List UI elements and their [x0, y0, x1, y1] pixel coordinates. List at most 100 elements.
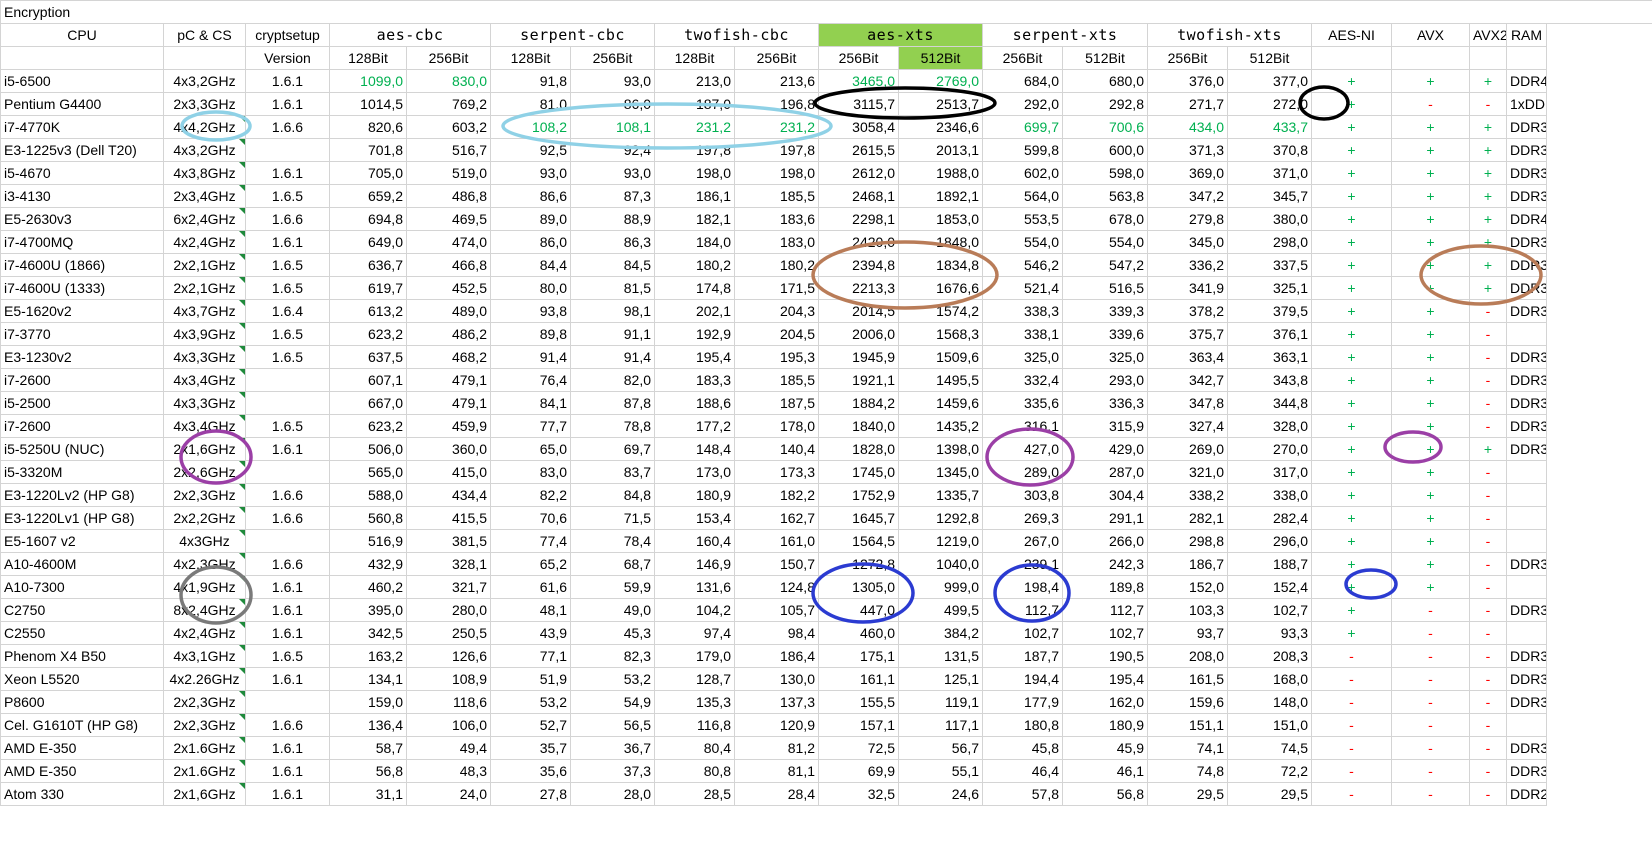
- cell-value[interactable]: 371,3: [1147, 138, 1228, 162]
- cell-value[interactable]: 77,4: [490, 529, 571, 553]
- cell-value[interactable]: 82,3: [570, 644, 655, 668]
- cell-value[interactable]: 81,5: [570, 276, 655, 300]
- cell-value[interactable]: 177,2: [654, 414, 735, 438]
- cell-value[interactable]: 102,7: [982, 621, 1063, 645]
- cell-value[interactable]: 35,6: [490, 759, 571, 783]
- cell-value[interactable]: 102,7: [1227, 598, 1312, 622]
- cell-avx2[interactable]: +: [1469, 184, 1507, 208]
- cell-ram[interactable]: DDR3-1333: [1506, 414, 1547, 438]
- cell-aesni[interactable]: +: [1311, 552, 1392, 576]
- cell-aesni[interactable]: +: [1311, 138, 1392, 162]
- cell-value[interactable]: 459,9: [406, 414, 491, 438]
- cell-value[interactable]: 161,1: [818, 667, 899, 691]
- cell-aesni[interactable]: +: [1311, 230, 1392, 254]
- cell-aesni[interactable]: +: [1311, 322, 1392, 346]
- cell-cpu[interactable]: E5-1620v2: [0, 299, 164, 323]
- cell-value[interactable]: 466,8: [406, 253, 491, 277]
- cell-value[interactable]: 554,0: [982, 230, 1063, 254]
- cell-value[interactable]: 1435,2: [898, 414, 983, 438]
- cell-pc-cs[interactable]: 4x3,1GHz: [163, 644, 246, 668]
- cell-version[interactable]: 1.6.1: [245, 667, 330, 691]
- cell-value[interactable]: 112,7: [982, 598, 1063, 622]
- cell-value[interactable]: 564,0: [982, 184, 1063, 208]
- header-sub-256bit[interactable]: 256Bit: [818, 46, 899, 70]
- header-sub-128bit[interactable]: 128Bit: [329, 46, 407, 70]
- cell-value[interactable]: 180,8: [982, 713, 1063, 737]
- cell-value[interactable]: 588,0: [329, 483, 407, 507]
- cell-value[interactable]: 1921,1: [818, 368, 899, 392]
- header-avx2[interactable]: AVX2: [1469, 23, 1507, 47]
- cell-avx2[interactable]: +: [1469, 230, 1507, 254]
- cell-version[interactable]: [245, 460, 330, 484]
- cell-value[interactable]: 80,8: [654, 759, 735, 783]
- cell-pc-cs[interactable]: 2x2,1GHz: [163, 276, 246, 300]
- cell-value[interactable]: 287,0: [1062, 460, 1148, 484]
- cell-value[interactable]: 678,0: [1062, 207, 1148, 231]
- cell-value[interactable]: 184,0: [654, 230, 735, 254]
- cell-value[interactable]: 272,0: [1227, 92, 1312, 116]
- cell-cpu[interactable]: A10-7300: [0, 575, 164, 599]
- header-group-serpent-cbc[interactable]: serpent-cbc: [490, 23, 655, 47]
- cell-ram[interactable]: DDR4-2133 RECC: [1506, 207, 1547, 231]
- cell-value[interactable]: 292,8: [1062, 92, 1148, 116]
- cell-value[interactable]: 619,7: [329, 276, 407, 300]
- cell-value[interactable]: 347,2: [1147, 184, 1228, 208]
- cell-aesni[interactable]: +: [1311, 483, 1392, 507]
- cell-avx[interactable]: +: [1391, 253, 1470, 277]
- header-cpu-blank[interactable]: [0, 46, 164, 70]
- header-cryptsetup[interactable]: cryptsetup: [245, 23, 330, 47]
- cell-pc-cs[interactable]: 2x3,3GHz: [163, 92, 246, 116]
- cell-avx[interactable]: +: [1391, 299, 1470, 323]
- cell-value[interactable]: 325,0: [982, 345, 1063, 369]
- cell-avx2[interactable]: +: [1469, 207, 1507, 231]
- cell-value[interactable]: 49,4: [406, 736, 491, 760]
- cell-value[interactable]: 51,9: [490, 667, 571, 691]
- cell-value[interactable]: 769,2: [406, 92, 491, 116]
- cell-value[interactable]: 325,0: [1062, 345, 1148, 369]
- cell-value[interactable]: 1892,1: [898, 184, 983, 208]
- cell-value[interactable]: 65,0: [490, 437, 571, 461]
- cell-value[interactable]: 1219,0: [898, 529, 983, 553]
- cell-value[interactable]: 192,9: [654, 322, 735, 346]
- cell-pc-cs[interactable]: 2x2,3GHz: [163, 483, 246, 507]
- cell-value[interactable]: 231,2: [734, 115, 819, 139]
- cell-value[interactable]: 108,9: [406, 667, 491, 691]
- cell-version[interactable]: [245, 368, 330, 392]
- cell-value[interactable]: 250,5: [406, 621, 491, 645]
- cell-value[interactable]: 161,0: [734, 529, 819, 553]
- cell-avx2[interactable]: -: [1469, 782, 1507, 806]
- cell-value[interactable]: 65,2: [490, 552, 571, 576]
- cell-value[interactable]: 2513,7: [898, 92, 983, 116]
- cell-value[interactable]: 78,4: [570, 529, 655, 553]
- cell-aesni[interactable]: -: [1311, 644, 1392, 668]
- cell-version[interactable]: 1.6.5: [245, 276, 330, 300]
- cell-value[interactable]: 187,7: [982, 644, 1063, 668]
- header-sub-512bit[interactable]: 512Bit: [1062, 46, 1148, 70]
- cell-value[interactable]: 344,8: [1227, 391, 1312, 415]
- cell-avx[interactable]: +: [1391, 414, 1470, 438]
- cell-value[interactable]: 1828,0: [818, 437, 899, 461]
- cell-value[interactable]: 565,0: [329, 460, 407, 484]
- cell-value[interactable]: 296,0: [1227, 529, 1312, 553]
- cell-avx2[interactable]: +: [1469, 276, 1507, 300]
- cell-value[interactable]: 198,4: [982, 575, 1063, 599]
- cell-value[interactable]: 337,5: [1227, 253, 1312, 277]
- cell-avx[interactable]: -: [1391, 713, 1470, 737]
- cell-value[interactable]: 1014,5: [329, 92, 407, 116]
- cell-value[interactable]: 87,3: [570, 184, 655, 208]
- cell-value[interactable]: 270,0: [1227, 437, 1312, 461]
- cell-value[interactable]: 78,8: [570, 414, 655, 438]
- cell-value[interactable]: 160,4: [654, 529, 735, 553]
- cell-value[interactable]: 336,3: [1062, 391, 1148, 415]
- cell-ram[interactable]: DDR3-1333: [1506, 276, 1547, 300]
- cell-value[interactable]: 1645,7: [818, 506, 899, 530]
- cell-avx[interactable]: +: [1391, 575, 1470, 599]
- cell-value[interactable]: 486,2: [406, 322, 491, 346]
- cell-value[interactable]: 188,7: [1227, 552, 1312, 576]
- cell-value[interactable]: 560,8: [329, 506, 407, 530]
- cell-avx[interactable]: -: [1391, 621, 1470, 645]
- cell-version[interactable]: 1.6.1: [245, 92, 330, 116]
- cell-value[interactable]: 81,0: [490, 92, 571, 116]
- cell-avx2[interactable]: -: [1469, 644, 1507, 668]
- cell-cpu[interactable]: E3-1220Lv2 (HP G8): [0, 483, 164, 507]
